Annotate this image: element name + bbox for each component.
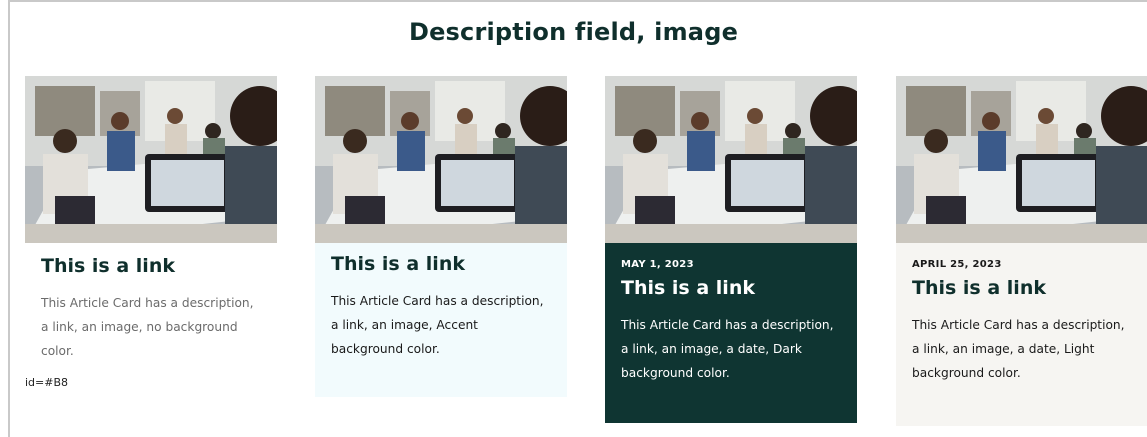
article-card-light-bg: APRIL 25, 2023 This is a link This Artic…: [896, 76, 1147, 426]
article-card-dark-bg: MAY 1, 2023 This is a link This Article …: [605, 76, 857, 423]
card-body: This is a link This Article Card has a d…: [25, 243, 277, 363]
card-link[interactable]: This is a link: [912, 277, 1046, 299]
article-card-no-bg: This is a link This Article Card has a d…: [25, 76, 277, 363]
card-link[interactable]: This is a link: [41, 255, 175, 277]
card-image: [315, 76, 567, 243]
card-description: This Article Card has a description, a l…: [621, 318, 834, 380]
card-link[interactable]: This is a link: [331, 253, 465, 275]
card-date: MAY 1, 2023: [621, 259, 694, 270]
card-description: This Article Card has a description, a l…: [331, 294, 544, 356]
card-description: This Article Card has a description, a l…: [912, 318, 1125, 380]
card-description: This Article Card has a description, a l…: [41, 296, 254, 358]
card-body: MAY 1, 2023 This is a link This Article …: [605, 243, 857, 423]
card-body: APRIL 25, 2023 This is a link This Artic…: [896, 243, 1147, 426]
section-title: Description field, image: [408, 18, 739, 46]
card-body: This is a link This Article Card has a d…: [315, 243, 567, 397]
id-tag: id=#B8: [25, 376, 69, 389]
card-link[interactable]: This is a link: [621, 277, 755, 299]
card-image: [605, 76, 857, 243]
article-card-accent-bg: This is a link This Article Card has a d…: [315, 76, 567, 397]
card-image: [896, 76, 1147, 243]
card-date: APRIL 25, 2023: [912, 259, 1002, 270]
card-image: [25, 76, 277, 243]
